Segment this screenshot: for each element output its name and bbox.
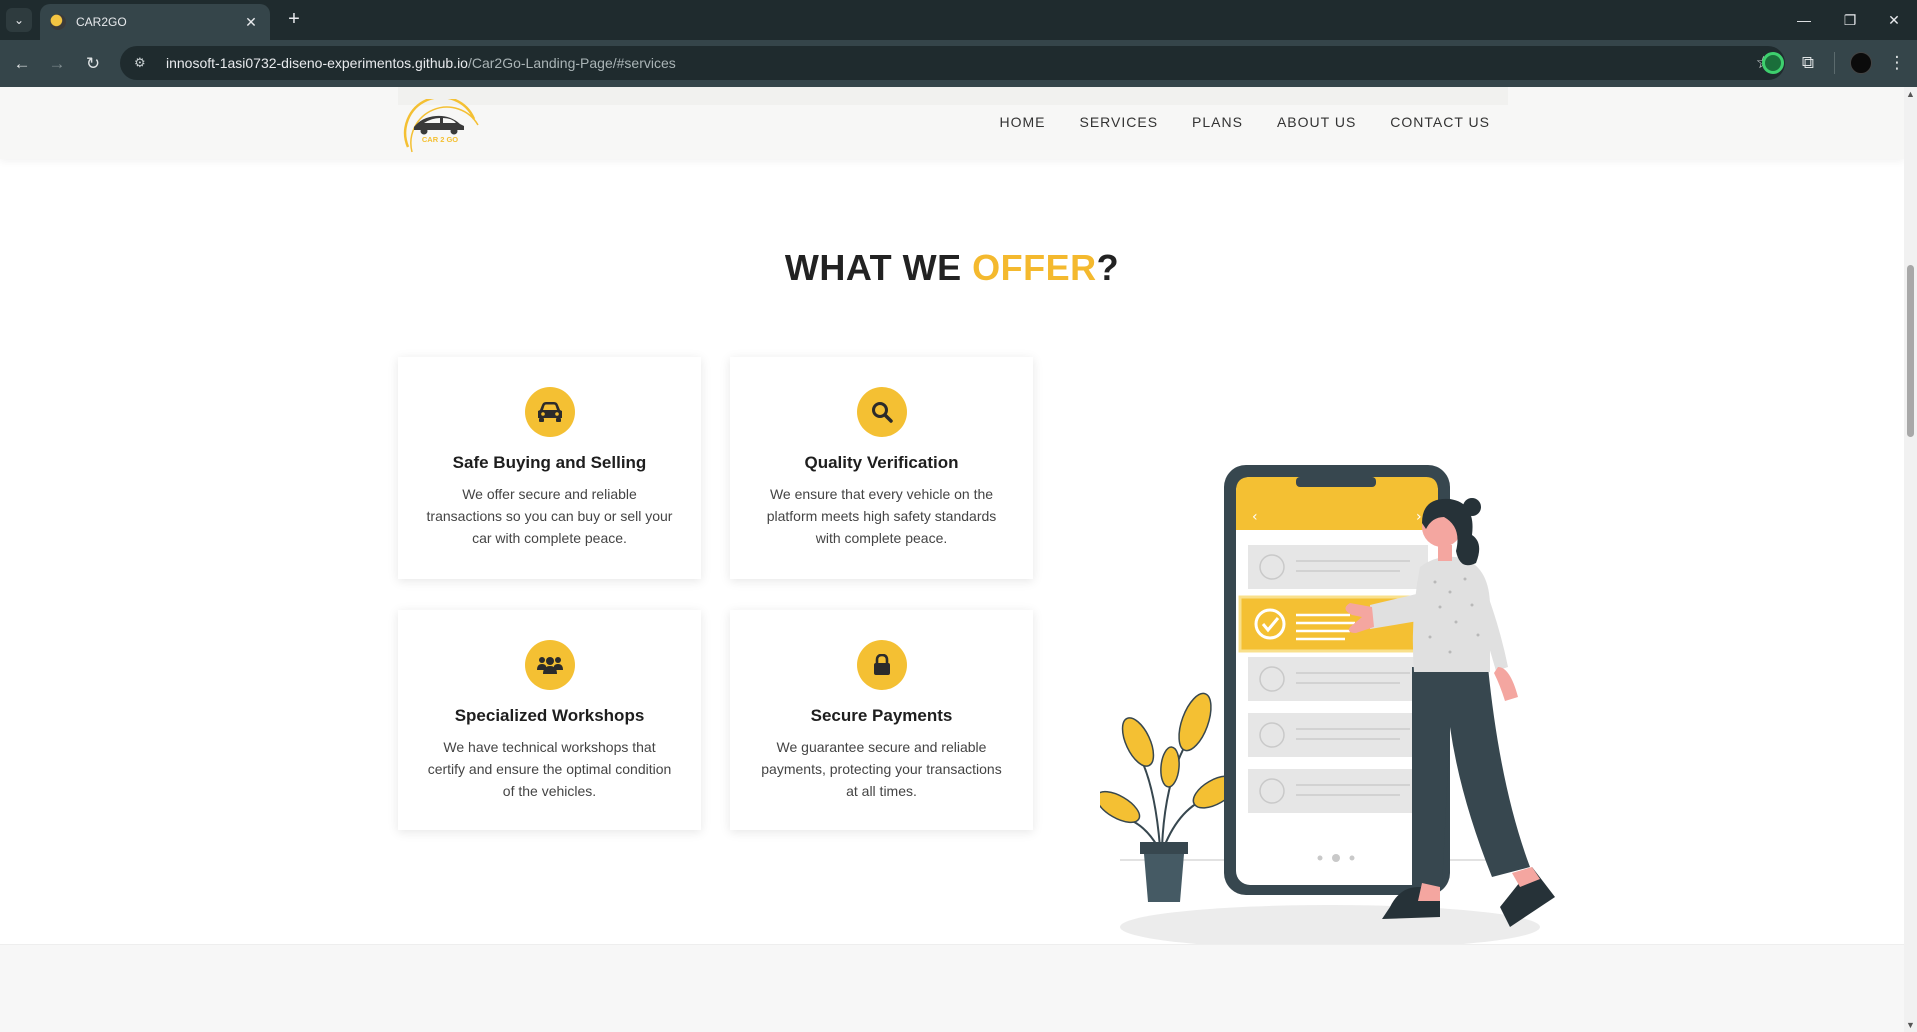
service-card-quality-verification: Quality Verification We ensure that ever… [730, 357, 1033, 579]
back-button[interactable]: ← [10, 52, 34, 76]
scrollbar-thumb[interactable] [1907, 265, 1914, 437]
tab-close-icon[interactable]: ✕ [242, 14, 260, 31]
url-host: innosoft-1asi0732-diseno-experimentos.gi… [166, 55, 468, 71]
address-bar-row: ← → ↻ ⚙ innosoft-1asi0732-diseno-experim… [0, 40, 1917, 87]
site-header: CAR 2 GO HOME SERVICES PLANS ABOUT US CO… [0, 87, 1904, 159]
users-icon [524, 640, 575, 690]
extension-icon[interactable] [1762, 52, 1784, 74]
nav-home[interactable]: HOME [1000, 114, 1046, 130]
nav-contact-us[interactable]: CONTACT US [1390, 114, 1490, 130]
phone-selection-illustration: ‹ › [1100, 465, 1555, 947]
section-title-end: ? [1096, 247, 1120, 288]
browser-menu-icon[interactable]: ⋮ [1886, 52, 1908, 74]
service-card-specialized-workshops: Specialized Workshops We have technical … [398, 610, 701, 830]
card-text: We guarantee secure and reliable payment… [761, 739, 1002, 799]
browser-tab[interactable]: CAR2GO ✕ [40, 4, 270, 40]
reload-button[interactable]: ↻ [81, 52, 105, 76]
nav-services[interactable]: SERVICES [1080, 114, 1159, 130]
main-nav: HOME SERVICES PLANS ABOUT US CONTACT US [1000, 114, 1491, 130]
section-title-part1: WHAT WE [784, 247, 973, 288]
minimize-button[interactable]: — [1781, 0, 1827, 40]
search-icon [856, 387, 907, 437]
card-text: We have technical workshops that certify… [427, 739, 672, 799]
car-icon [524, 387, 575, 437]
card-title: Quality Verification [804, 453, 959, 472]
site-favicon-icon [50, 14, 66, 30]
section-title: WHAT WE OFFER? [0, 247, 1904, 289]
svg-text:‹: ‹ [1252, 509, 1258, 525]
tab-title: CAR2GO [76, 15, 127, 29]
site-info-icon[interactable]: ⚙ [134, 55, 154, 71]
card-title: Safe Buying and Selling [452, 453, 647, 472]
forward-button[interactable]: → [45, 52, 69, 76]
scroll-up-icon[interactable]: ▲ [1906, 89, 1915, 99]
tab-search-button[interactable]: ⌄ [6, 8, 32, 32]
card-title: Specialized Workshops [454, 706, 645, 725]
window-close-button[interactable]: ✕ [1871, 0, 1917, 40]
page-scrollbar[interactable]: ▲ ▼ [1904, 87, 1917, 1032]
card-text: We ensure that every vehicle on the plat… [766, 486, 997, 546]
svg-text:›: › [1416, 509, 1422, 525]
section-title-accent: OFFER [972, 247, 1097, 288]
nav-plans[interactable]: PLANS [1192, 114, 1243, 130]
service-card-secure-payments: Secure Payments We guarantee secure and … [730, 610, 1033, 830]
next-section [0, 944, 1904, 1032]
scroll-down-icon[interactable]: ▼ [1906, 1020, 1915, 1030]
lock-icon [856, 640, 907, 690]
logo-text: CAR 2 GO [422, 135, 458, 144]
card-title: Secure Payments [810, 706, 953, 725]
browser-tab-bar: ⌄ CAR2GO ✕ + — ❐ ✕ [0, 0, 1917, 40]
car2go-logo[interactable]: CAR 2 GO [400, 99, 480, 155]
url-path: /Car2Go-Landing-Page/#services [467, 55, 676, 71]
extensions-puzzle-icon[interactable]: ⧉ [1797, 52, 1819, 74]
new-tab-button[interactable]: + [282, 8, 306, 32]
plant-icon [1100, 692, 1238, 902]
card-text: We offer secure and reliable transaction… [426, 486, 673, 546]
service-card-safe-buying: Safe Buying and Selling We offer secure … [398, 357, 701, 579]
profile-avatar[interactable] [1850, 52, 1872, 74]
page-viewport: CAR 2 GO HOME SERVICES PLANS ABOUT US CO… [0, 87, 1904, 1032]
url-input[interactable]: ⚙ innosoft-1asi0732-diseno-experimentos.… [120, 46, 1785, 80]
restore-button[interactable]: ❐ [1827, 0, 1873, 40]
nav-about-us[interactable]: ABOUT US [1277, 114, 1356, 130]
toolbar-divider [1834, 52, 1835, 74]
